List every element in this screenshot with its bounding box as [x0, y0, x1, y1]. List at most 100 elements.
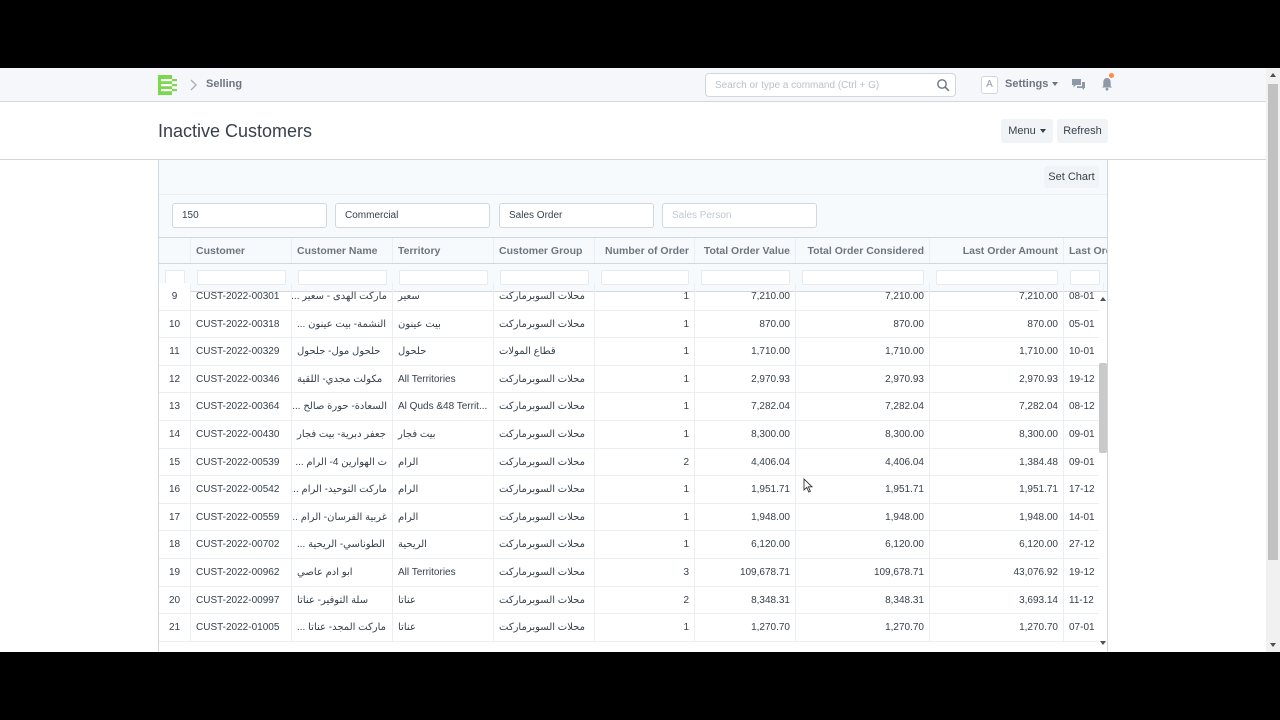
cell-customer-name[interactable]: جعفر دبرية- بيت فجار	[292, 421, 393, 448]
cell-customer[interactable]: CUST-2022-00318	[191, 310, 292, 338]
table-row[interactable]: 10 CUST-2022-00318 النشمة- بيت عينون ... بي…	[159, 310, 1107, 339]
cell-customer-group[interactable]: محلات السوبرماركت	[494, 448, 595, 476]
cell-customer-group[interactable]: محلات السوبرماركت	[494, 283, 595, 310]
cell-customer-group[interactable]: محلات السوبرماركت	[494, 531, 595, 558]
cell-customer-group[interactable]: محلات السوبرماركت	[494, 421, 595, 448]
cell-customer-group[interactable]: محلات السوبرماركت	[494, 503, 595, 531]
cell-last-order-amount[interactable]: 7,282.04	[930, 393, 1064, 420]
cell-last-order-date[interactable]: 05-01	[1064, 310, 1104, 338]
cell-customer[interactable]: CUST-2022-00559	[191, 503, 292, 531]
cell-last-order-amount[interactable]: 3,693.14	[930, 586, 1064, 614]
cell-customer-group[interactable]: محلات السوبرماركت	[494, 393, 595, 420]
cell-customer[interactable]: CUST-2022-01005	[191, 614, 292, 641]
table-row[interactable]: 9 CUST-2022-00301 ماركت الهدى - سعير ... سع…	[159, 283, 1107, 311]
cell-territory[interactable]: عناتا	[393, 586, 494, 614]
cell-customer[interactable]: CUST-2022-00997	[191, 586, 292, 614]
scroll-up-icon[interactable]	[1100, 297, 1106, 301]
cell-total-order-considered[interactable]: 109,678.71	[796, 559, 930, 586]
cell-last-order-amount[interactable]: 1,710.00	[930, 338, 1064, 365]
cell-number-of-order[interactable]: 1	[595, 614, 695, 641]
cell-customer-group[interactable]: قطاع المولات	[494, 338, 595, 365]
row-index[interactable]: 18	[159, 531, 191, 558]
row-index[interactable]: 13	[159, 393, 191, 420]
cell-total-order-value[interactable]: 1,270.70	[695, 614, 796, 641]
cell-customer-name[interactable]: مكولت مجدي- اللقية	[292, 365, 393, 393]
row-index[interactable]: 14	[159, 421, 191, 448]
cell-total-order-value[interactable]: 1,951.71	[695, 476, 796, 503]
cell-customer-name[interactable]: حلحول مول- حلحول	[292, 338, 393, 365]
page-scrollbar[interactable]	[1266, 68, 1280, 652]
cell-last-order-amount[interactable]: 1,948.00	[930, 503, 1064, 531]
sales-person-filter[interactable]	[662, 203, 817, 228]
cell-total-order-value[interactable]: 870.00	[695, 310, 796, 338]
cell-total-order-value[interactable]: 2,970.93	[695, 365, 796, 393]
cell-customer-group[interactable]: محلات السوبرماركت	[494, 365, 595, 393]
cell-territory[interactable]: بيت عينون	[393, 310, 494, 338]
cell-customer-name[interactable]: النشمة- بيت عينون ...	[292, 310, 393, 338]
cell-number-of-order[interactable]: 1	[595, 503, 695, 531]
cell-total-order-considered[interactable]: 4,406.04	[796, 448, 930, 476]
row-index[interactable]: 9	[159, 283, 191, 310]
cell-customer-group[interactable]: محلات السوبرماركت	[494, 586, 595, 614]
cell-last-order-date[interactable]: 09-01	[1064, 448, 1104, 476]
cell-territory[interactable]: الرام	[393, 476, 494, 503]
row-index[interactable]: 12	[159, 365, 191, 393]
cell-territory[interactable]: All Territories	[393, 365, 494, 393]
cell-last-order-amount[interactable]: 870.00	[930, 310, 1064, 338]
header-total-order-considered[interactable]: Total Order Considered	[796, 238, 930, 263]
cell-customer-name[interactable]: السعادة- حورة صالح ...	[292, 393, 393, 420]
breadcrumb-selling[interactable]: Selling	[206, 78, 242, 90]
cell-number-of-order[interactable]: 2	[595, 448, 695, 476]
doctype-filter[interactable]	[499, 203, 654, 228]
cell-total-order-considered[interactable]: 7,210.00	[796, 283, 930, 310]
customer-group-filter[interactable]	[335, 203, 490, 228]
scroll-up-icon[interactable]	[1270, 73, 1276, 77]
row-index[interactable]: 11	[159, 338, 191, 365]
cell-last-order-date[interactable]: 27-12	[1064, 531, 1104, 558]
cell-territory[interactable]: حلحول	[393, 338, 494, 365]
row-index[interactable]: 15	[159, 448, 191, 476]
erpnext-logo-icon[interactable]	[158, 75, 178, 95]
table-row[interactable]: 15 CUST-2022-00539 ت الهوارين 4- الرام ...…	[159, 448, 1107, 477]
table-row[interactable]: 21 CUST-2022-01005 ماركت المجد- عناتا ... ع…	[159, 614, 1107, 642]
table-row[interactable]: 12 CUST-2022-00346 مكولت مجدي- اللقية All T…	[159, 365, 1107, 394]
table-row[interactable]: 18 CUST-2022-00702 الطوناسي- الريحية ... ال…	[159, 531, 1107, 559]
cell-last-order-amount[interactable]: 7,210.00	[930, 283, 1064, 310]
row-index[interactable]: 21	[159, 614, 191, 641]
cell-customer[interactable]: CUST-2022-00702	[191, 531, 292, 558]
cell-customer-name[interactable]: الطوناسي- الريحية ...	[292, 531, 393, 558]
table-row[interactable]: 20 CUST-2022-00997 سلة التوفير- عناتا عناتا…	[159, 586, 1107, 615]
cell-customer[interactable]: CUST-2022-00301	[191, 283, 292, 310]
cell-last-order-amount[interactable]: 8,300.00	[930, 421, 1064, 448]
cell-last-order-date[interactable]: 07-01	[1064, 614, 1104, 641]
cell-last-order-date[interactable]: 19-12	[1064, 365, 1104, 393]
table-row[interactable]: 11 CUST-2022-00329 حلحول مول- حلحول حلحول قط…	[159, 338, 1107, 366]
cell-total-order-value[interactable]: 109,678.71	[695, 559, 796, 586]
bell-icon[interactable]	[1101, 77, 1113, 91]
cell-last-order-date[interactable]: 11-12	[1064, 586, 1104, 614]
cell-customer[interactable]: CUST-2022-00542	[191, 476, 292, 503]
cell-territory[interactable]: سعير	[393, 283, 494, 310]
set-chart-button[interactable]: Set Chart	[1044, 166, 1099, 188]
settings-dropdown[interactable]: Settings	[1005, 78, 1059, 90]
cell-last-order-date[interactable]: 19-12	[1064, 559, 1104, 586]
cell-customer-name[interactable]: سلة التوفير- عناتا	[292, 586, 393, 614]
cell-number-of-order[interactable]: 1	[595, 338, 695, 365]
cell-total-order-considered[interactable]: 1,710.00	[796, 338, 930, 365]
cell-customer[interactable]: CUST-2022-00329	[191, 338, 292, 365]
scroll-down-icon[interactable]	[1100, 641, 1106, 645]
cell-total-order-value[interactable]: 6,120.00	[695, 531, 796, 558]
cell-total-order-value[interactable]: 1,948.00	[695, 503, 796, 531]
cell-number-of-order[interactable]: 1	[595, 283, 695, 310]
row-index[interactable]: 17	[159, 503, 191, 531]
table-scrollbar[interactable]	[1099, 293, 1107, 652]
cell-customer-name[interactable]: ت الهوارين 4- الرام ...	[292, 448, 393, 476]
cell-customer-name[interactable]: ابو ادم عاصي	[292, 559, 393, 586]
cell-territory[interactable]: بيت فجار	[393, 421, 494, 448]
row-index[interactable]: 20	[159, 586, 191, 614]
cell-total-order-value[interactable]: 1,710.00	[695, 338, 796, 365]
cell-last-order-amount[interactable]: 43,076.92	[930, 559, 1064, 586]
table-row[interactable]: 17 CUST-2022-00559 غربية الفرسان- الرام ..…	[159, 503, 1107, 532]
cell-customer[interactable]: CUST-2022-00364	[191, 393, 292, 420]
cell-last-order-amount[interactable]: 1,951.71	[930, 476, 1064, 503]
